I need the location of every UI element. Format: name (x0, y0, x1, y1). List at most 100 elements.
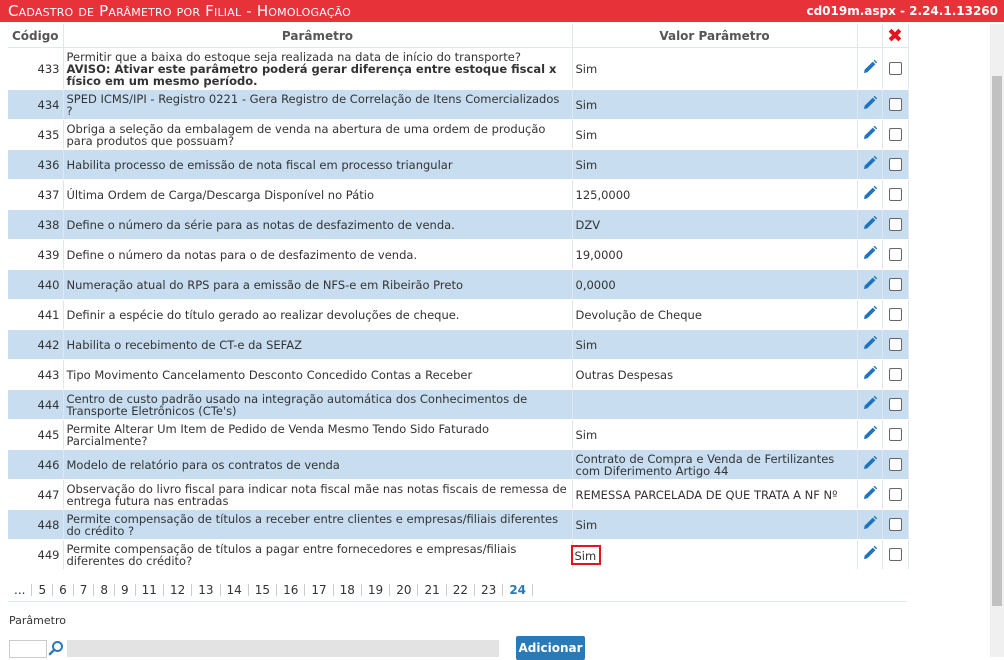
edit-button[interactable] (857, 269, 883, 300)
table-row[interactable]: 444 Centro de custo padrão usado na integ… (8, 389, 909, 420)
row-checkbox[interactable] (888, 308, 902, 321)
row-checkbox-cell[interactable] (882, 509, 909, 540)
pencil-icon[interactable] (862, 305, 878, 321)
pager-page[interactable]: 8 (94, 584, 116, 596)
pager-page[interactable]: 24 (503, 584, 534, 596)
edit-button[interactable] (857, 119, 883, 150)
vertical-scrollbar[interactable] (990, 24, 1004, 657)
pager-page[interactable]: 22 (447, 584, 476, 596)
edit-button[interactable] (857, 419, 883, 450)
table-row[interactable]: 433 Permitir que a baixa do estoque seja … (8, 47, 909, 90)
edit-button[interactable] (857, 329, 883, 360)
add-button[interactable]: Adicionar (516, 636, 585, 660)
table-row[interactable]: 441 Definir a espécie do título gerado ao… (8, 299, 909, 330)
pager-page[interactable]: 7 (74, 584, 95, 596)
pager-page[interactable]: 9 (115, 584, 136, 596)
pager-page[interactable]: 17 (305, 584, 334, 596)
pager-page[interactable]: 23 (475, 584, 504, 596)
row-checkbox-cell[interactable] (882, 179, 909, 210)
row-checkbox[interactable] (888, 98, 902, 111)
edit-button[interactable] (857, 359, 883, 390)
row-checkbox[interactable] (888, 218, 902, 231)
row-checkbox[interactable] (888, 188, 902, 201)
table-row[interactable]: 437 Última Ordem de Carga/Descarga Dispon… (8, 179, 909, 210)
pager-page[interactable]: 16 (277, 584, 306, 596)
row-checkbox-cell[interactable] (882, 359, 909, 390)
row-checkbox-cell[interactable] (882, 89, 909, 120)
pencil-icon[interactable] (862, 425, 878, 441)
edit-button[interactable] (857, 47, 883, 90)
edit-button[interactable] (857, 479, 883, 510)
row-checkbox[interactable] (888, 368, 902, 381)
table-row[interactable]: 448 Permite compensação de títulos a rece… (8, 509, 909, 540)
edit-button[interactable] (857, 299, 883, 330)
edit-button[interactable] (857, 179, 883, 210)
pager-page[interactable]: 12 (164, 584, 193, 596)
edit-button[interactable] (857, 539, 883, 570)
pencil-icon[interactable] (862, 185, 878, 201)
table-row[interactable]: 442 Habilita o recebimento de CT-e da SEF… (8, 329, 909, 360)
pager-page[interactable]: 5 (32, 584, 54, 596)
table-row[interactable]: 439 Define o número da notas para o de de… (8, 239, 909, 270)
pager-page[interactable]: 18 (334, 584, 362, 596)
row-checkbox-cell[interactable] (882, 539, 909, 570)
edit-button[interactable] (857, 239, 883, 270)
edit-button[interactable] (857, 509, 883, 540)
table-row[interactable]: 443 Tipo Movimento Cancelamento Desconto … (8, 359, 909, 390)
row-checkbox-cell[interactable] (882, 239, 909, 270)
row-checkbox-cell[interactable] (882, 389, 909, 420)
row-checkbox[interactable] (888, 518, 902, 531)
table-row[interactable]: 438 Define o número da série para as nota… (8, 209, 909, 240)
pencil-icon[interactable] (862, 395, 878, 411)
pager-page[interactable]: 13 (192, 584, 221, 596)
table-row[interactable]: 440 Numeração atual do RPS para a emissão… (8, 269, 909, 300)
row-checkbox-cell[interactable] (882, 47, 909, 90)
pencil-icon[interactable] (862, 155, 878, 171)
magnifier-icon[interactable] (48, 640, 64, 656)
scrollbar-thumb[interactable] (992, 76, 1002, 606)
pencil-icon[interactable] (862, 275, 878, 291)
pager-page[interactable]: 20 (390, 584, 419, 596)
row-checkbox-cell[interactable] (882, 329, 909, 360)
pager-page[interactable]: 15 (249, 584, 278, 596)
column-header-code[interactable]: Código (8, 24, 64, 48)
column-header-param[interactable]: Parâmetro (63, 24, 573, 48)
table-row[interactable]: 435 Obriga a seleção da embalagem de vend… (8, 119, 909, 150)
column-header-value[interactable]: Valor Parâmetro (572, 24, 858, 48)
edit-button[interactable] (857, 209, 883, 240)
row-checkbox-cell[interactable] (882, 419, 909, 450)
pencil-icon[interactable] (862, 485, 878, 501)
row-checkbox[interactable] (888, 398, 902, 411)
delete-selected-button[interactable]: ✖ (882, 24, 909, 48)
table-row[interactable]: 449 Permite compensação de títulos a paga… (8, 539, 909, 570)
row-checkbox[interactable] (888, 488, 902, 501)
row-checkbox[interactable] (888, 338, 902, 351)
pencil-icon[interactable] (862, 215, 878, 231)
row-checkbox[interactable] (888, 248, 902, 261)
edit-button[interactable] (857, 89, 883, 120)
row-checkbox[interactable] (888, 548, 902, 561)
row-checkbox[interactable] (888, 278, 902, 291)
row-checkbox-cell[interactable] (882, 119, 909, 150)
pager-ellipsis[interactable]: ... (8, 584, 33, 596)
row-checkbox[interactable] (888, 128, 902, 141)
edit-button[interactable] (857, 449, 883, 480)
table-row[interactable]: 436 Habilita processo de emissão de nota … (8, 149, 909, 180)
table-row[interactable]: 447 Observação do livro fiscal para indic… (8, 479, 909, 510)
pencil-icon[interactable] (862, 59, 878, 75)
pager-page[interactable]: 14 (221, 584, 249, 596)
pencil-icon[interactable] (862, 365, 878, 381)
table-row[interactable]: 446 Modelo de relatório para os contratos… (8, 449, 909, 480)
row-checkbox-cell[interactable] (882, 209, 909, 240)
pencil-icon[interactable] (862, 245, 878, 261)
row-checkbox-cell[interactable] (882, 479, 909, 510)
table-row[interactable]: 445 Permite Alterar Um Item de Pedido de … (8, 419, 909, 450)
pencil-icon[interactable] (862, 335, 878, 351)
row-checkbox-cell[interactable] (882, 449, 909, 480)
row-checkbox[interactable] (888, 428, 902, 441)
row-checkbox[interactable] (888, 62, 902, 75)
pager-page[interactable]: 11 (136, 584, 164, 596)
row-checkbox-cell[interactable] (882, 299, 909, 330)
delete-x-icon[interactable]: ✖ (887, 25, 903, 47)
edit-button[interactable] (857, 149, 883, 180)
